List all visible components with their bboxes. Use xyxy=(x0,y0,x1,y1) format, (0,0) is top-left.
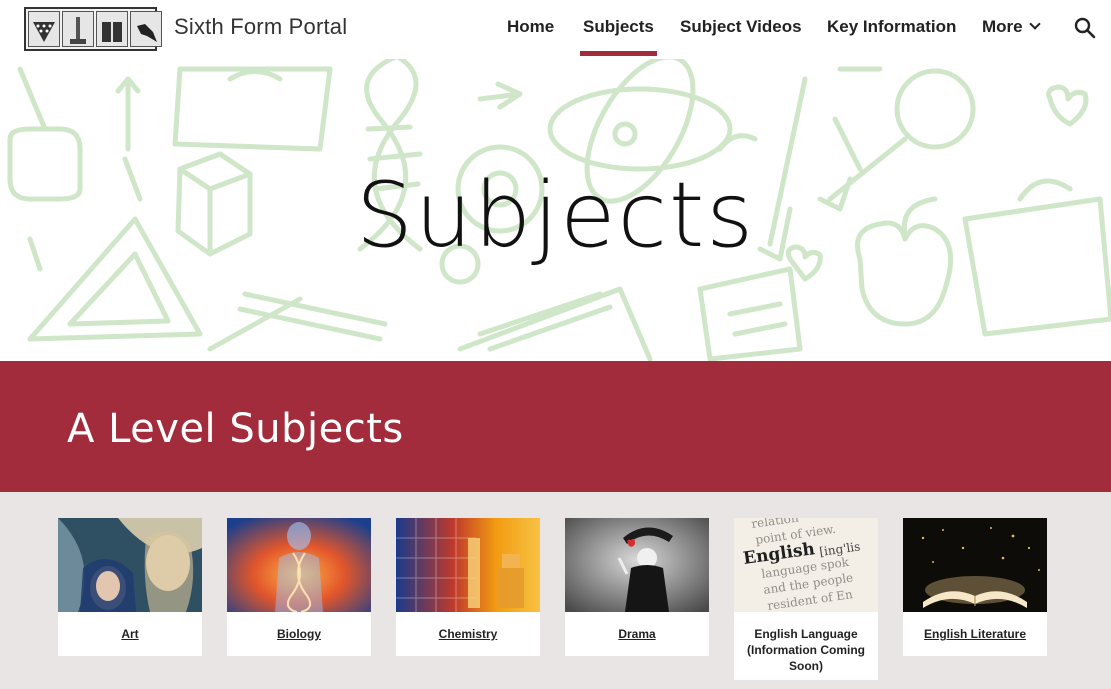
page-title: Subjects xyxy=(355,163,756,268)
subject-link-chemistry[interactable]: Chemistry xyxy=(396,612,540,656)
subject-link-drama[interactable]: Drama xyxy=(565,612,709,656)
subject-card-biology[interactable]: Biology xyxy=(227,518,371,656)
english-literature-image[interactable] xyxy=(903,518,1047,612)
subject-card-english-language[interactable]: relation point of view. language spok an… xyxy=(734,518,878,680)
chemistry-image[interactable] xyxy=(396,518,540,612)
subject-link-biology[interactable]: Biology xyxy=(227,612,371,656)
hero-banner: Subjects xyxy=(0,59,1111,361)
subject-link-art[interactable]: Art xyxy=(58,612,202,656)
site-header: Sixth Form Portal Home Subjects Subject … xyxy=(0,0,1111,59)
nav-home[interactable]: Home xyxy=(507,17,554,37)
section-band: A Level Subjects xyxy=(0,361,1111,492)
nav-more[interactable]: More xyxy=(982,17,1041,37)
nav-key-information[interactable]: Key Information xyxy=(827,17,956,37)
subject-link-english-literature[interactable]: English Literature xyxy=(903,612,1047,656)
drama-image[interactable] xyxy=(565,518,709,612)
english-language-image[interactable]: relation point of view. language spok an… xyxy=(734,518,878,612)
chevron-down-icon xyxy=(1028,18,1041,30)
main-nav: Home Subjects Subject Videos Key Informa… xyxy=(0,0,1111,59)
nav-subjects[interactable]: Subjects xyxy=(580,17,657,56)
section-title: A Level Subjects xyxy=(67,406,404,452)
nav-more-label: More xyxy=(982,17,1023,36)
subject-card-chemistry[interactable]: Chemistry xyxy=(396,518,540,656)
subject-card-art[interactable]: Art xyxy=(58,518,202,656)
search-icon[interactable] xyxy=(1074,17,1096,39)
art-image[interactable] xyxy=(58,518,202,612)
subject-card-english-literature[interactable]: English Literature xyxy=(903,518,1047,656)
subject-label-english-language: English Language (Information Coming Soo… xyxy=(747,627,865,673)
subject-cards: Art Biology Chemistry Drama relation poi… xyxy=(0,492,1111,689)
subject-card-drama[interactable]: Drama xyxy=(565,518,709,656)
biology-image[interactable] xyxy=(227,518,371,612)
nav-subject-videos[interactable]: Subject Videos xyxy=(680,17,802,37)
